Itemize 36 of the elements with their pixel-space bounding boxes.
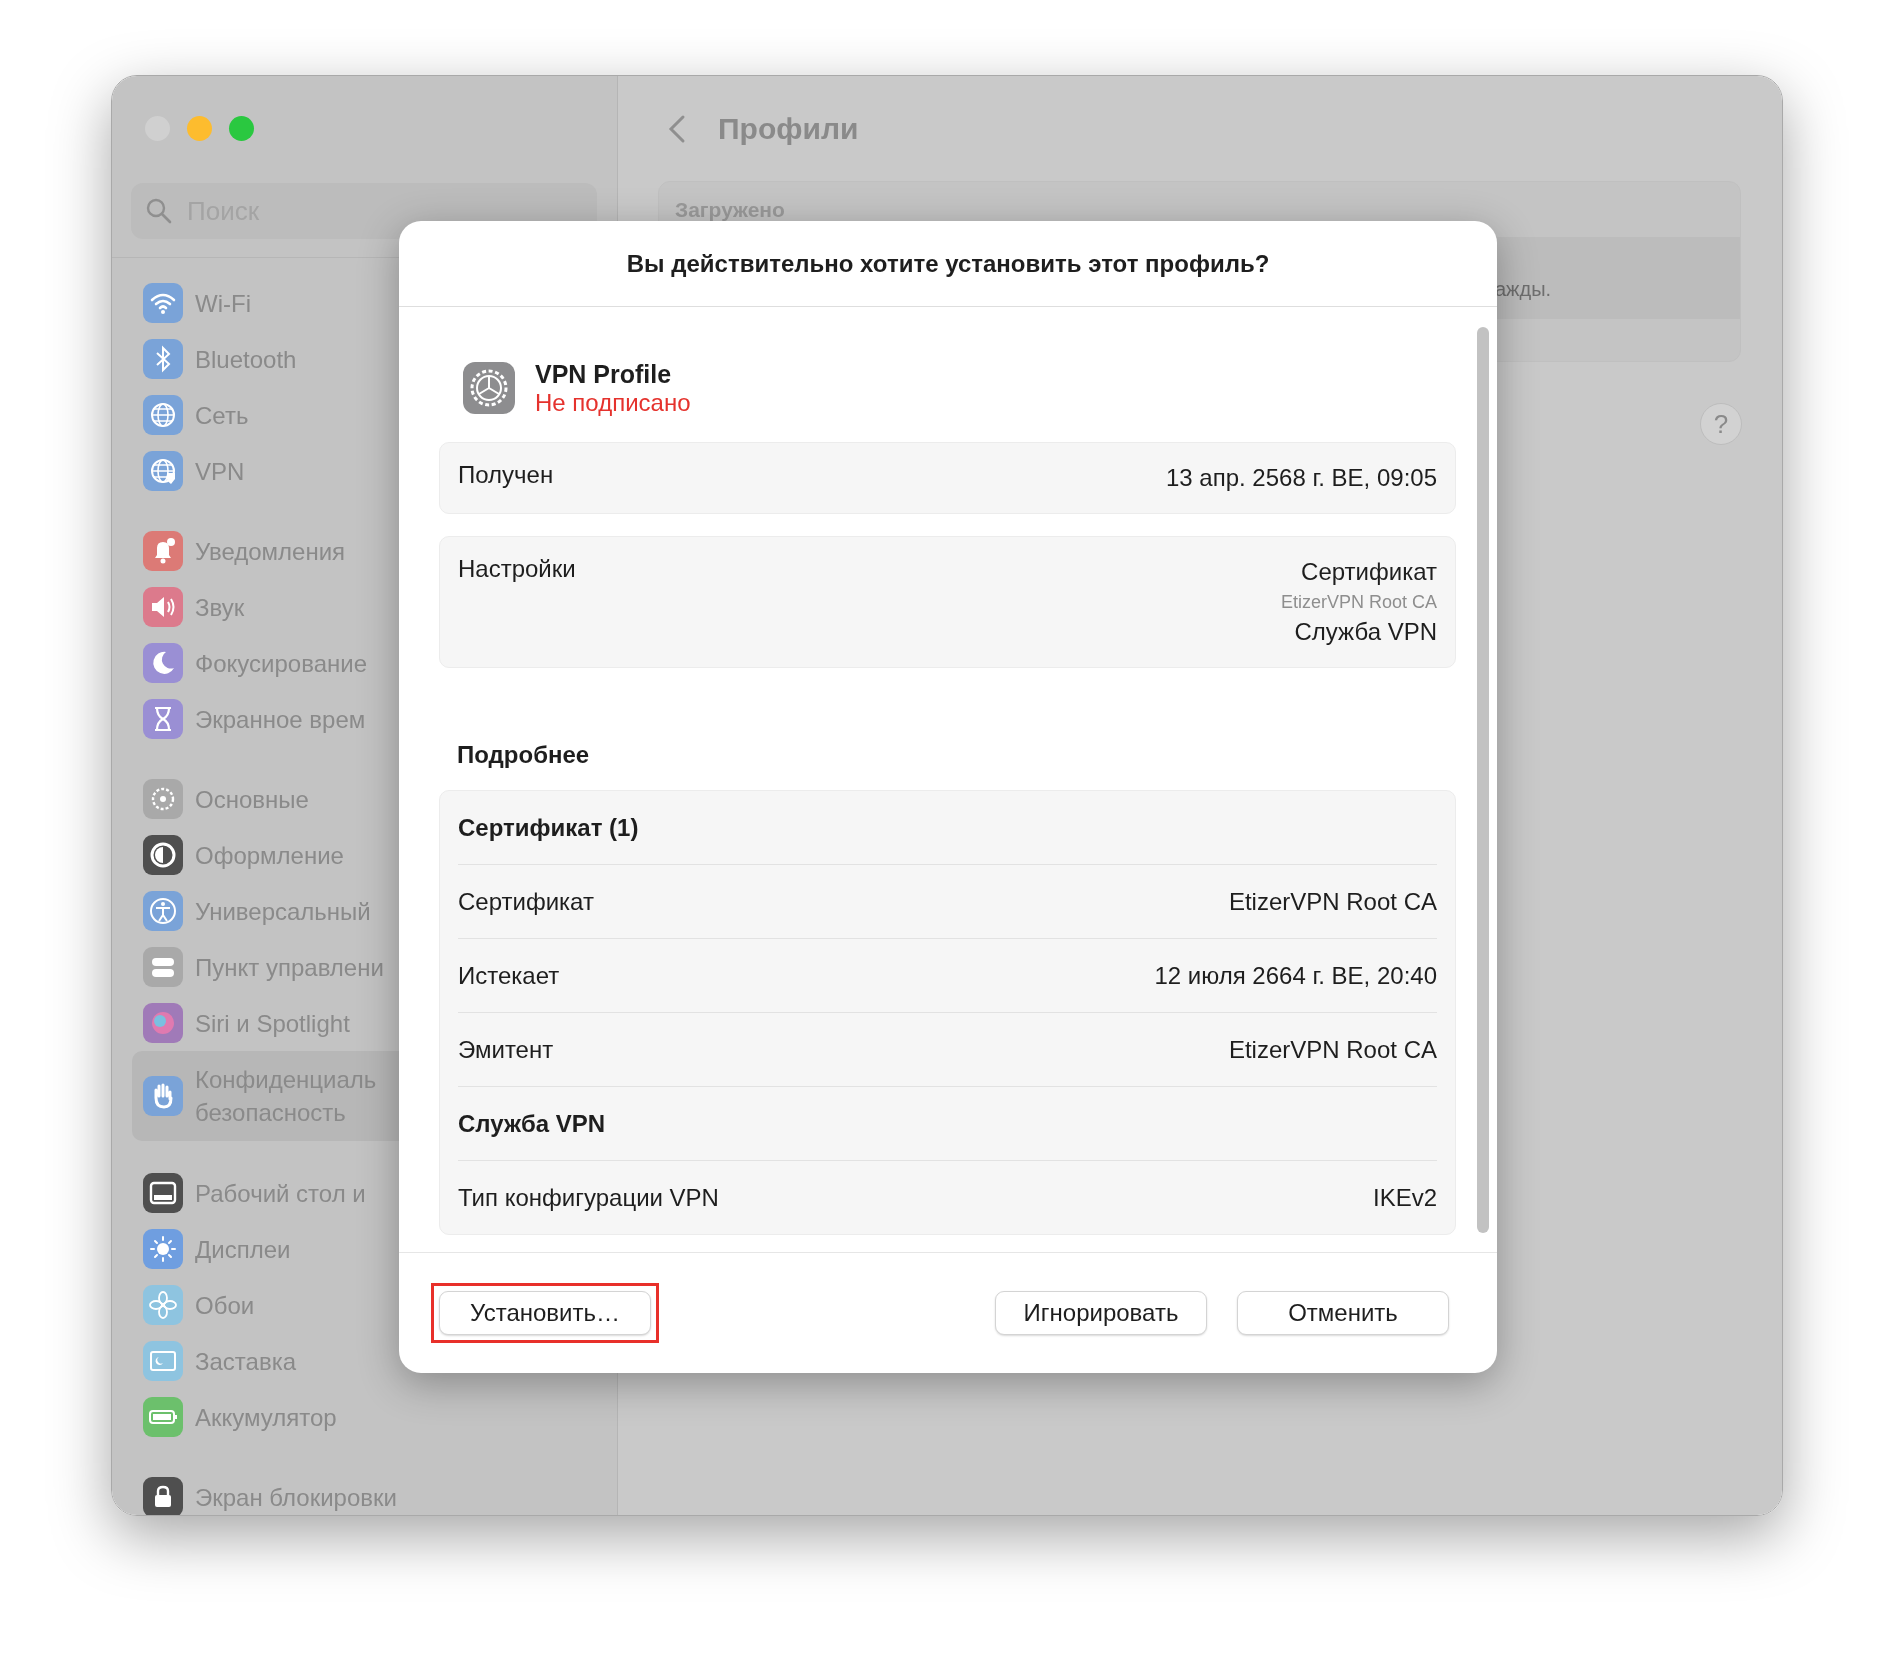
field-value: IKEv2 (1372, 1183, 1437, 1212)
sidebar-item[interactable]: Дисплеи (132, 1221, 617, 1277)
field-value: 12 июля 2664 г. BE, 20:40 (1154, 961, 1437, 990)
group-heading: Сертификат (1) (458, 813, 639, 842)
field-label: Истекает (458, 961, 560, 990)
field-value: Служба VPN (1294, 617, 1437, 647)
row-text: ажды. (1495, 278, 1552, 301)
field-detail: EtizerVPN Root CA (1280, 591, 1437, 614)
dialog-title: Вы действительно хотите установить этот профиль? (626, 249, 1270, 278)
scrollbar[interactable] (1477, 327, 1489, 1233)
minimize-button[interactable] (187, 116, 212, 141)
field-label: Тип конфигурации VPN (458, 1183, 719, 1212)
field-label: Настройки (458, 555, 576, 584)
field-label: Сертификат (458, 887, 594, 916)
page-title: Профили (718, 111, 859, 146)
sidebar-item[interactable]: Экран блокировки (132, 1469, 617, 1515)
sidebar-item[interactable]: Аккумулятор (132, 1389, 617, 1445)
zoom-button[interactable] (229, 116, 254, 141)
dialog-button[interactable]: Игнорировать (995, 1291, 1207, 1335)
group-heading: Служба VPN (458, 1109, 606, 1138)
signature-status: Не подписано (535, 388, 691, 417)
dialog-button[interactable]: Установить… (439, 1291, 651, 1335)
field-value: EtizerVPN Root CA (1228, 1035, 1437, 1064)
dialog-button[interactable]: Отменить (1237, 1291, 1449, 1335)
field-value: EtizerVPN Root CA (1228, 887, 1437, 916)
gear-icon (461, 360, 517, 416)
back-icon[interactable] (668, 113, 686, 144)
sidebar-item[interactable]: Заставка (132, 1333, 617, 1389)
sidebar-item[interactable]: Фокусирование (132, 635, 617, 691)
field-label: Получен (458, 461, 554, 490)
sidebar-item[interactable]: Wi-Fi (132, 275, 617, 331)
section-heading: Подробнее (457, 740, 590, 770)
field-value: 13 апр. 2568 г. BE, 09:05 (1165, 463, 1437, 493)
field-value: Сертификат (1301, 557, 1437, 587)
help-button[interactable]: ? (1700, 403, 1742, 445)
profile-name: VPN Profile (535, 359, 673, 389)
